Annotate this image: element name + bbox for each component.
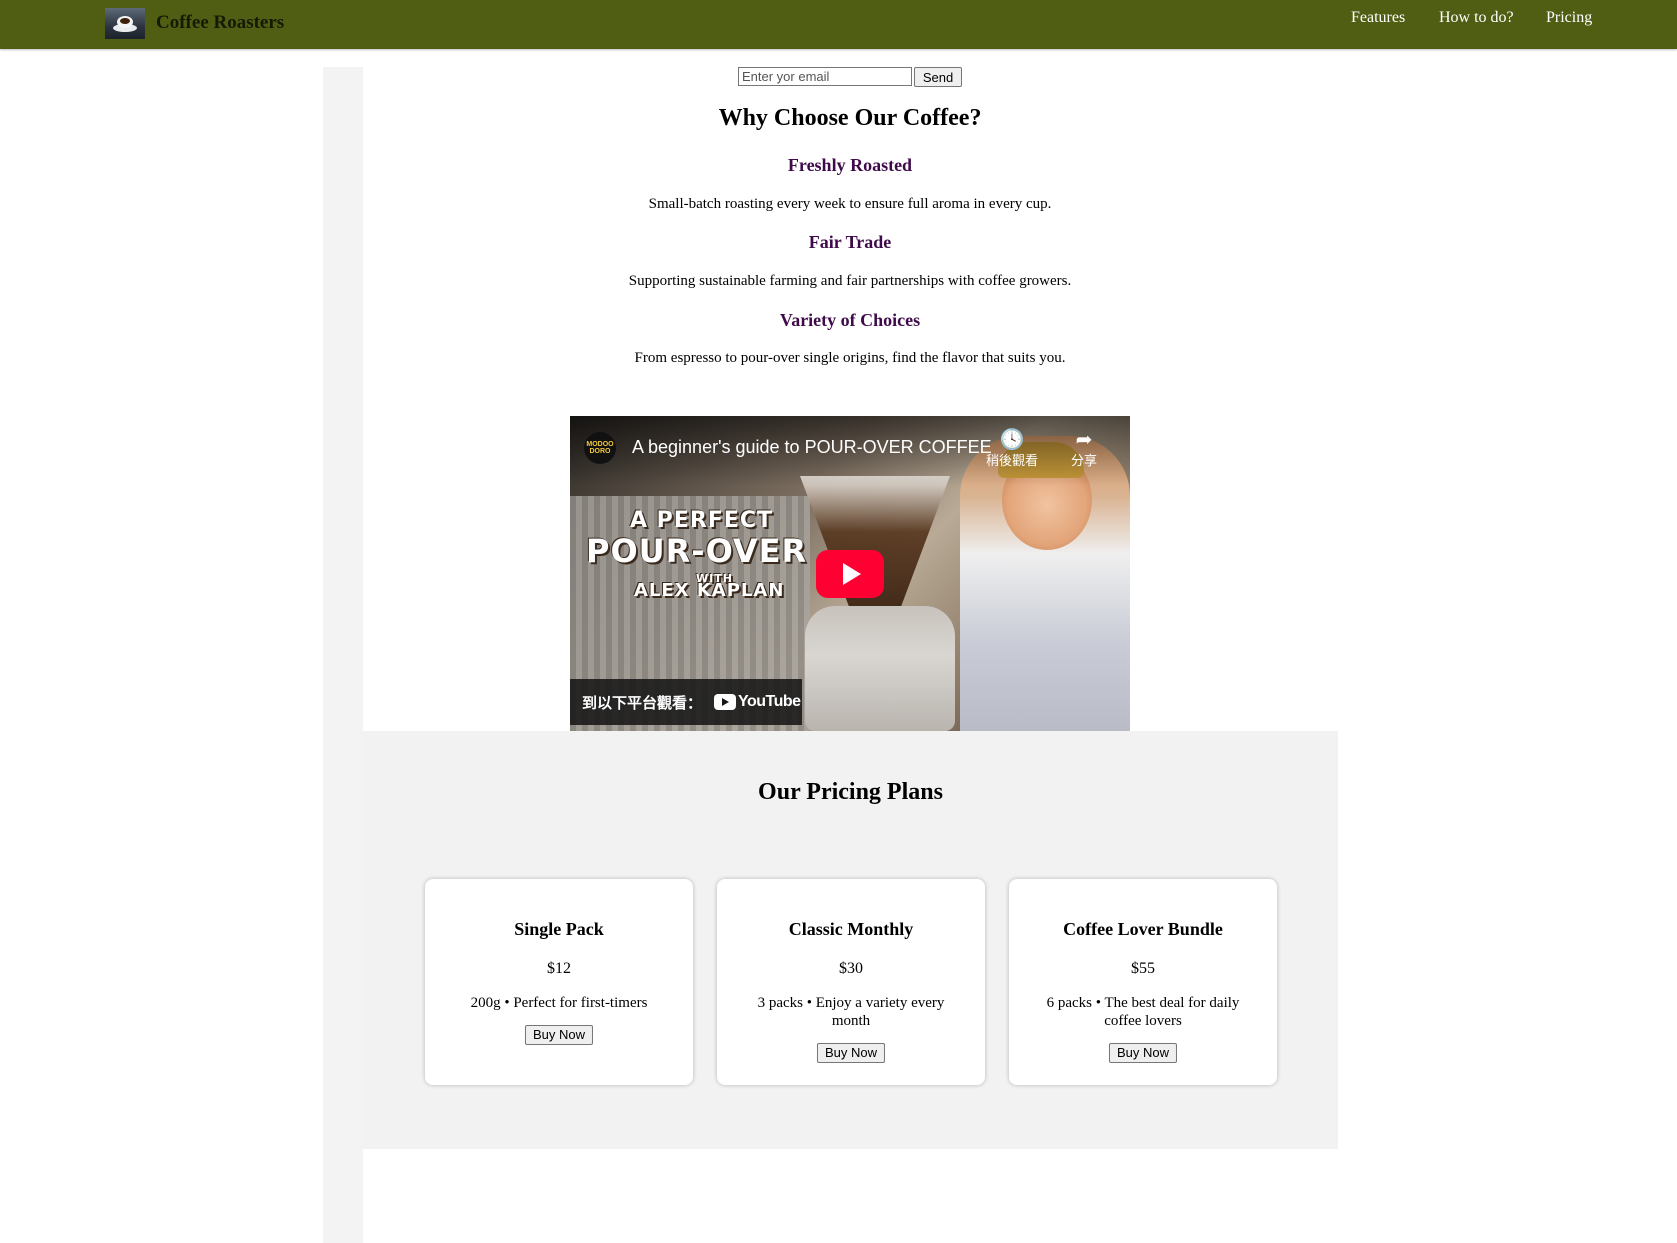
play-icon xyxy=(843,563,861,585)
watch-later-label: 稍後觀看 xyxy=(985,454,1038,469)
clock-icon: 🕓 xyxy=(999,427,1025,451)
pricing-heading: Our Pricing Plans xyxy=(758,779,943,805)
youtube-wordmark: YouTube xyxy=(738,693,801,710)
feature-title-fair-trade: Fair Trade xyxy=(808,232,892,252)
pricing-section: Our Pricing Plans Single Pack $12 200g •… xyxy=(363,731,1338,1149)
send-button[interactable]: Send xyxy=(914,67,962,87)
share-label: 分享 xyxy=(1070,454,1097,469)
coffee-cup-logo[interactable] xyxy=(105,8,145,39)
top-navbar: Coffee Roasters Features How to do? Pric… xyxy=(0,0,1677,49)
buy-now-button[interactable]: Buy Now xyxy=(524,1025,594,1045)
plan-name: Classic Monthly xyxy=(788,919,914,939)
play-button[interactable] xyxy=(816,550,884,598)
buy-now-button[interactable]: Buy Now xyxy=(816,1043,886,1063)
video-overlay-line2: POUR-OVER xyxy=(586,532,808,570)
youtube-logo: YouTube xyxy=(714,693,801,711)
watch-on-label: 到以下平台觀看： xyxy=(582,693,703,712)
email-input[interactable]: Enter yor email xyxy=(738,67,912,86)
feature-title-variety: Variety of Choices xyxy=(779,310,921,330)
plan-name: Single Pack xyxy=(514,919,604,939)
watch-later-button[interactable]: 🕓 稍後觀看 xyxy=(982,428,1042,469)
share-arrow-icon: ➦ xyxy=(1075,427,1093,451)
plan-description: 3 packs • Enjoy a variety every month xyxy=(757,995,945,1029)
pricing-card-coffee-lover-bundle: Coffee Lover Bundle $55 6 packs • The be… xyxy=(1009,879,1277,1085)
plan-name: Coffee Lover Bundle xyxy=(1063,919,1223,939)
pricing-card-classic-monthly: Classic Monthly $30 3 packs • Enjoy a va… xyxy=(717,879,985,1085)
pricing-card-single-pack: Single Pack $12 200g • Perfect for first… xyxy=(425,879,693,1085)
plan-description: 200g • Perfect for first-timers xyxy=(470,995,648,1011)
share-button[interactable]: ➦ 分享 xyxy=(1054,428,1114,469)
nav-link-features[interactable]: Features xyxy=(1351,9,1405,27)
video-overlay-line1: A PERFECT xyxy=(630,508,773,533)
feature-desc-fair-trade: Supporting sustainable farming and fair … xyxy=(628,273,1072,289)
feature-title-freshly-roasted: Freshly Roasted xyxy=(787,155,913,175)
plan-price: $12 xyxy=(547,960,571,977)
video-carafe xyxy=(805,606,955,731)
feature-desc-freshly-roasted: Small-batch roasting every week to ensur… xyxy=(648,196,1052,212)
brand-name: Coffee Roasters xyxy=(156,12,285,33)
video-title[interactable]: A beginner's guide to POUR-OVER COFFEE xyxy=(632,437,992,458)
watch-on-youtube-bar[interactable]: 到以下平台觀看： YouTube xyxy=(570,679,802,725)
buy-now-button[interactable]: Buy Now xyxy=(1108,1043,1178,1063)
nav-link-pricing[interactable]: Pricing xyxy=(1546,9,1592,27)
youtube-video-embed[interactable]: A PERFECT POUR-OVER WITH ALEX KAPLAN MOD… xyxy=(570,416,1130,731)
plan-price: $55 xyxy=(1131,960,1155,977)
nav-link-how-to[interactable]: How to do? xyxy=(1439,9,1514,27)
plan-price: $30 xyxy=(839,960,863,977)
youtube-play-icon xyxy=(714,694,737,710)
why-heading: Why Choose Our Coffee? xyxy=(718,105,982,131)
feature-desc-variety: From espresso to pour-over single origin… xyxy=(634,350,1066,366)
side-strip xyxy=(323,67,363,1243)
channel-avatar-icon[interactable]: MODOO DORO xyxy=(584,432,616,464)
plan-description: 6 packs • The best deal for daily coffee… xyxy=(1046,995,1240,1029)
video-overlay-line4: ALEX KAPLAN xyxy=(634,580,785,601)
